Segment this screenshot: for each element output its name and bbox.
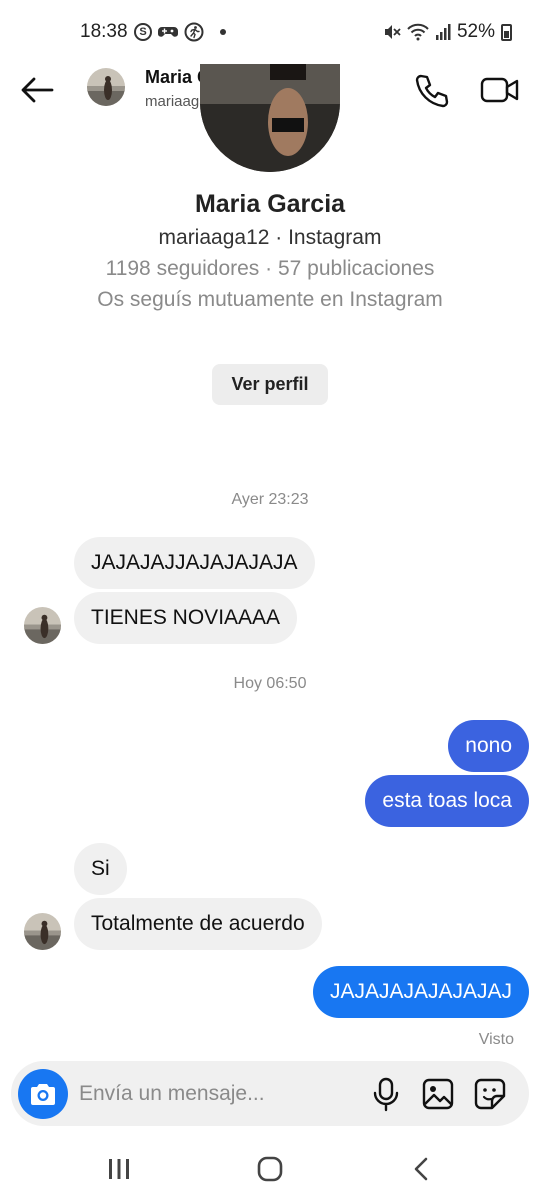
avatar[interactable] <box>24 913 61 950</box>
video-camera-icon[interactable] <box>480 72 520 108</box>
nav-back-icon[interactable] <box>408 1155 436 1183</box>
system-nav-bar <box>0 1140 540 1200</box>
camera-icon <box>31 1084 55 1105</box>
wifi-icon <box>407 23 429 41</box>
timestamp: Ayer 23:23 <box>231 491 309 508</box>
profile-mutual-follow: Os seguís mutuamente en Instagram <box>97 288 443 311</box>
microphone-icon[interactable] <box>369 1076 403 1112</box>
timestamp: Hoy 06:50 <box>233 675 307 692</box>
message-composer <box>11 1061 529 1126</box>
gallery-icon[interactable] <box>421 1077 455 1111</box>
back-arrow-icon[interactable] <box>18 72 58 108</box>
status-time: 18:38 <box>80 21 128 42</box>
incoming-message[interactable]: Totalmente de acuerdo <box>74 898 322 950</box>
view-profile-button[interactable]: Ver perfil <box>212 364 328 405</box>
profile-stats: 1198 seguidores · 57 publicaciones <box>105 257 435 280</box>
outgoing-message[interactable]: JAJAJAJAJAJAJAJ <box>312 966 529 1018</box>
avatar[interactable] <box>24 607 61 644</box>
s-icon: S <box>134 23 152 41</box>
profile-picture[interactable] <box>200 64 340 172</box>
status-system-icons: 52% <box>383 21 512 43</box>
profile-name: Maria Garcia <box>194 190 346 218</box>
avatar-photo <box>87 68 125 106</box>
avatar-photo <box>24 913 61 950</box>
outgoing-message[interactable]: nono <box>448 720 529 772</box>
avatar-photo <box>24 607 61 644</box>
outgoing-message[interactable]: esta toas loca <box>365 775 529 827</box>
recent-apps-icon[interactable] <box>104 1156 134 1182</box>
signal-icon <box>435 24 451 40</box>
camera-button[interactable] <box>18 1069 68 1119</box>
profile-subtitle: mariaaga12 · Instagram <box>158 226 382 249</box>
dot-icon <box>220 29 226 35</box>
battery-icon <box>501 23 512 41</box>
mute-icon <box>384 25 401 39</box>
incoming-message[interactable]: Si <box>74 843 127 895</box>
battery-percent: 52% <box>456 21 495 42</box>
running-icon <box>184 22 204 42</box>
game-controller-icon <box>158 27 178 37</box>
status-bar: 18:38 S 52% <box>0 0 540 64</box>
profile-photo <box>200 64 340 172</box>
phone-icon[interactable] <box>412 72 450 110</box>
incoming-message[interactable]: TIENES NOVIAAAA <box>74 592 298 644</box>
avatar[interactable] <box>87 68 125 106</box>
incoming-message[interactable]: JAJAJAJJAJAJAJAJA <box>74 537 315 589</box>
home-icon[interactable] <box>256 1155 284 1183</box>
status-notification-icons: S <box>134 22 226 42</box>
message-input[interactable] <box>79 1075 359 1113</box>
sticker-icon[interactable] <box>473 1077 507 1111</box>
seen-status: Visto <box>478 1031 514 1048</box>
